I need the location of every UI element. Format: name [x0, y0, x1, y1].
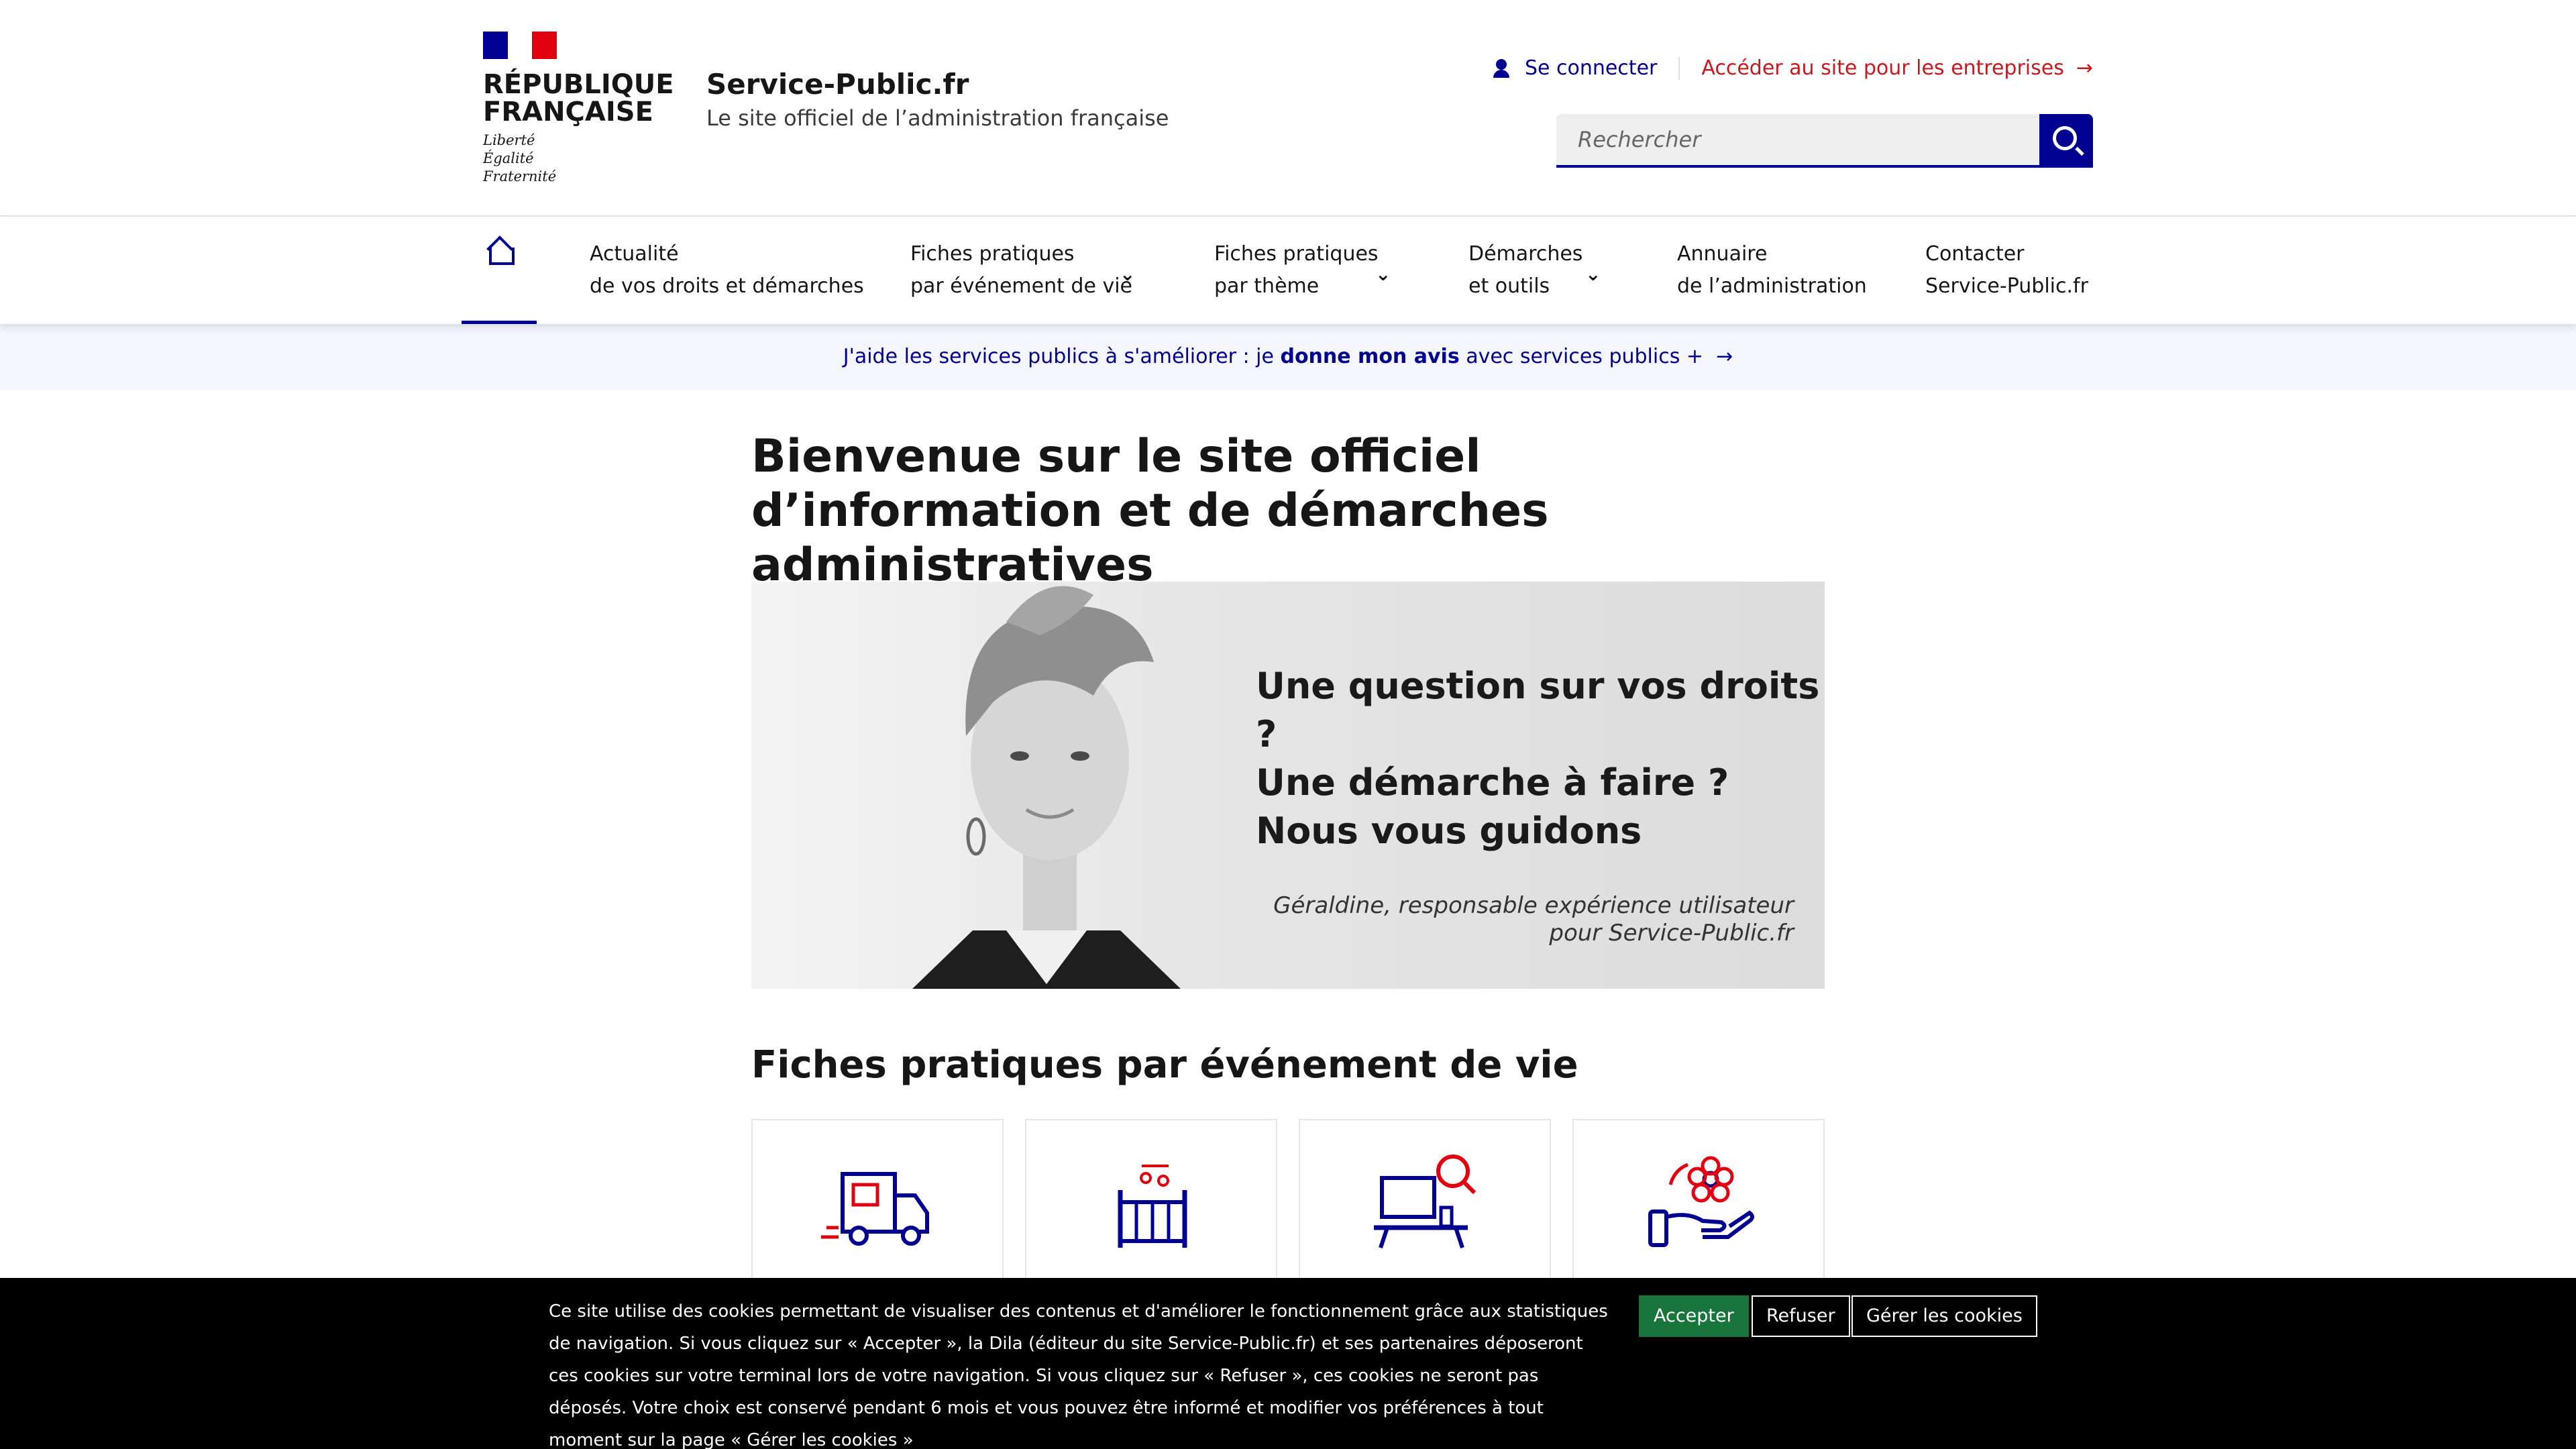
manage-cookies-button[interactable]: Gérer les cookies — [1851, 1295, 2037, 1337]
page-title: Bienvenue sur le site officiel d’informa… — [751, 430, 1549, 592]
login-label: Se connecter — [1524, 56, 1658, 80]
nav-item-line2: de vos droits et démarches — [590, 274, 864, 298]
nav-item-line2: de l’administration — [1677, 274, 1867, 298]
hero-banner: Une question sur vos droits ? Une démarc… — [751, 582, 1825, 989]
baby-crib-icon — [1118, 1165, 1187, 1248]
republic-motto: Liberté Égalité Fraternité — [483, 132, 557, 184]
search-button[interactable] — [2039, 114, 2093, 168]
arrow-right-icon: → — [2076, 56, 2093, 80]
nav-item-par-theme[interactable]: Fiches pratiques par thème ⌄ — [1214, 238, 1391, 303]
helping-hand-flower-icon — [1648, 1156, 1754, 1247]
nav-item-line1: Actualité — [590, 242, 679, 266]
header-tools: Se connecter Accéder au site pour les en… — [1493, 56, 2093, 80]
business-site-label: Accéder au site pour les entreprises — [1701, 56, 2064, 80]
main-navigation: Actualité de vos droits et démarches Fic… — [0, 218, 2576, 324]
nav-item-line1: Fiches pratiques — [910, 242, 1075, 266]
portrait-image — [912, 586, 1181, 989]
marianne-flag-icon — [483, 32, 557, 59]
feedback-suffix: avec services publics + — [1459, 345, 1704, 368]
moving-truck-icon — [821, 1172, 929, 1246]
feedback-bold: donne mon avis — [1280, 345, 1460, 368]
nav-item-evenement-de-vie[interactable]: Fiches pratiques par événement de vie ⌄ — [910, 238, 1136, 303]
section-title: Fiches pratiques par événement de vie — [751, 1043, 1578, 1087]
feedback-banner[interactable]: J'aide les services publics à s'améliore… — [0, 324, 2576, 390]
nav-item-line2: par thème — [1214, 274, 1320, 298]
republic-name: RÉPUBLIQUE FRANÇAISE — [483, 69, 674, 127]
divider — [1678, 56, 1680, 80]
home-icon — [486, 238, 515, 265]
nav-item-line1: Contacter — [1925, 242, 2025, 266]
chevron-down-icon: ⌄ — [1375, 263, 1391, 285]
nav-item-line1: Fiches pratiques — [1214, 242, 1379, 266]
arrow-right-icon: → — [1709, 345, 1733, 368]
nav-item-contacter[interactable]: Contacter Service-Public.fr — [1925, 238, 2088, 303]
cookie-text: Ce site utilise des cookies permettant d… — [549, 1301, 1608, 1449]
nav-item-line2: par événement de vie — [910, 274, 1133, 298]
nav-home[interactable] — [462, 218, 537, 324]
nav-item-line1: Démarches — [1468, 242, 1583, 266]
nav-item-actualite[interactable]: Actualité de vos droits et démarches — [590, 238, 864, 303]
hero-questions: Une question sur vos droits ? Une démarc… — [1256, 665, 1820, 852]
search-icon — [2053, 126, 2077, 150]
site-header: RÉPUBLIQUE FRANÇAISE Liberté Égalité Fra… — [0, 0, 2576, 217]
cookie-banner: Ce site utilise des cookies permettant d… — [0, 1278, 2576, 1449]
chevron-down-icon: ⌄ — [1120, 263, 1136, 285]
site-title[interactable]: Service-Public.fr — [706, 66, 969, 103]
business-site-link[interactable]: Accéder au site pour les entreprises → — [1701, 56, 2093, 80]
refuse-cookies-button[interactable]: Refuser — [1752, 1295, 1850, 1337]
nav-item-line2: et outils — [1468, 274, 1550, 298]
republique-francaise-logo[interactable]: RÉPUBLIQUE FRANÇAISE Liberté Égalité Fra… — [483, 32, 674, 186]
user-icon — [1493, 58, 1510, 78]
site-tagline: Le site officiel de l’administration fra… — [706, 105, 1169, 131]
chevron-down-icon: ⌄ — [1585, 263, 1601, 285]
job-search-desk-icon — [1374, 1155, 1477, 1248]
accept-cookies-button[interactable]: Accepter — [1639, 1295, 1749, 1337]
nav-item-line1: Annuaire — [1677, 242, 1768, 266]
feedback-prefix: J'aide les services publics à s'améliore… — [843, 345, 1281, 368]
nav-item-annuaire[interactable]: Annuaire de l’administration — [1677, 238, 1867, 303]
nav-item-demarches[interactable]: Démarches et outils ⌄ — [1468, 238, 1601, 303]
login-link[interactable]: Se connecter — [1493, 56, 1657, 80]
search-bar — [1556, 114, 2093, 168]
nav-item-line2: Service-Public.fr — [1925, 274, 2088, 298]
hero-caption: Géraldine, responsable expérience utilis… — [1273, 892, 1794, 947]
search-input[interactable] — [1556, 114, 2039, 168]
